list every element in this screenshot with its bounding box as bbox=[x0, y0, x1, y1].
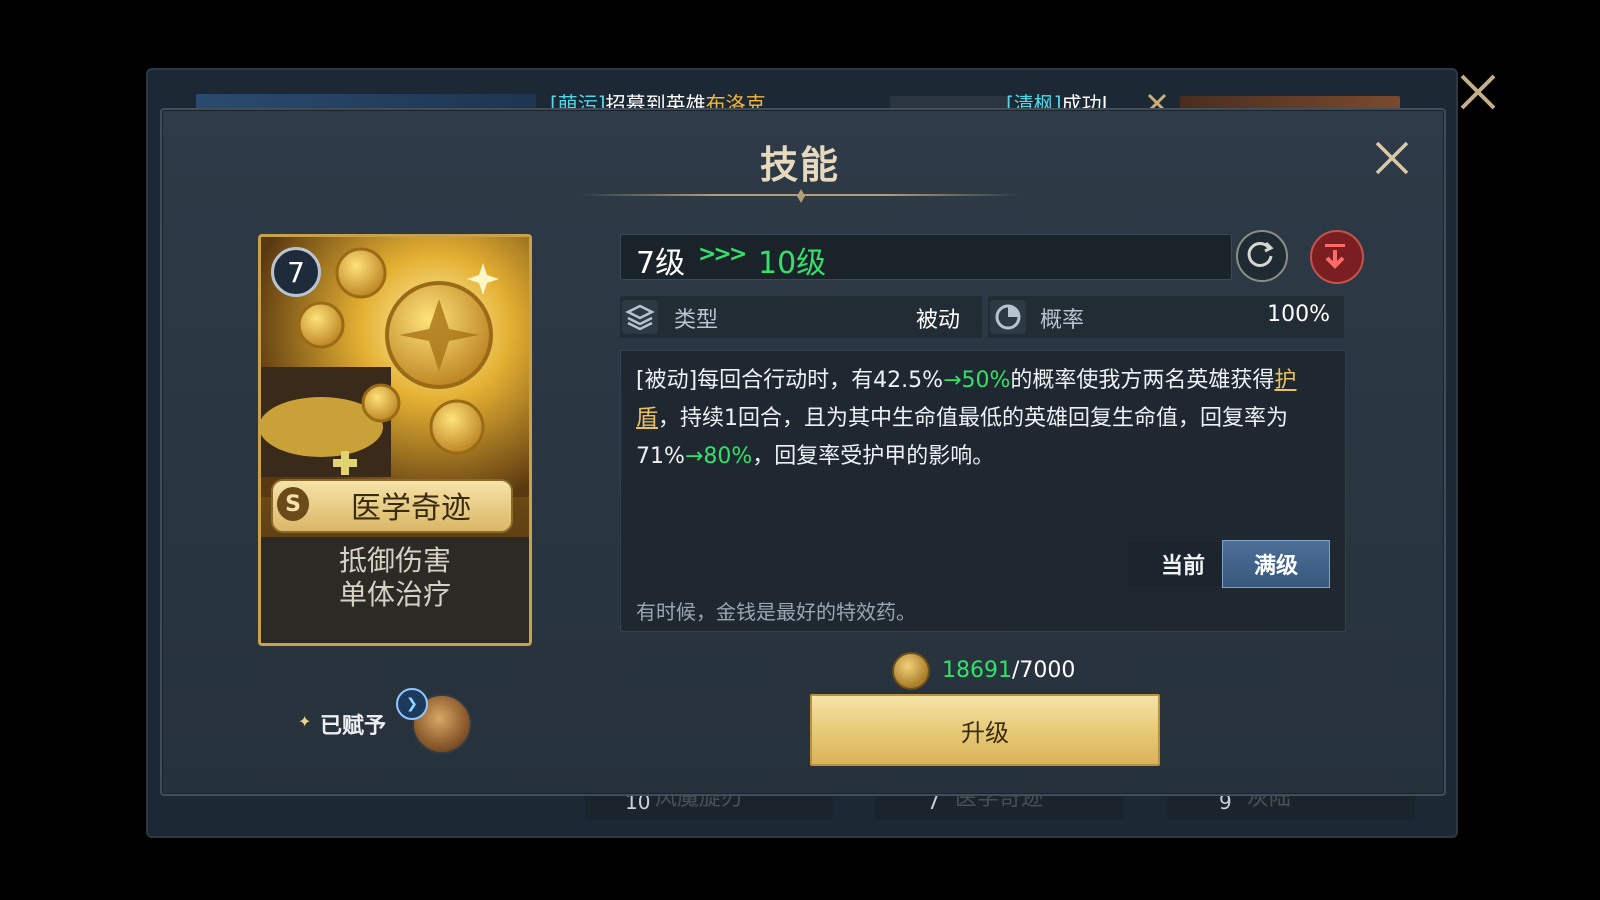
card-level-badge: 7 bbox=[271, 247, 321, 297]
desc-part-4: ，回复率受护甲的影响。 bbox=[752, 444, 995, 469]
toggle-max-level-button[interactable]: 满级 bbox=[1222, 540, 1330, 588]
coin-icon bbox=[892, 652, 930, 690]
type-value: 被动 bbox=[915, 308, 960, 333]
rate-label: 概率 bbox=[1040, 308, 1085, 333]
refresh-icon bbox=[1247, 241, 1274, 267]
upgrade-cost: 18691/7000 bbox=[942, 658, 1075, 683]
flavor-text: 有时候，金钱是最好的特效药。 bbox=[636, 600, 916, 624]
type-label: 类型 bbox=[674, 308, 719, 333]
download-arrow-icon bbox=[1325, 244, 1345, 269]
reset-button[interactable] bbox=[1310, 230, 1364, 284]
desc-part-1: [被动]每回合行动时，有42.5% bbox=[636, 368, 944, 393]
cost-required: 7000 bbox=[1019, 658, 1076, 683]
dialog-title: 技能 bbox=[759, 143, 840, 187]
upgrade-button[interactable]: 升级 bbox=[810, 694, 1160, 766]
skill-description: [被动]每回合行动时，有42.5%→50%的概率使我方两名英雄获得护盾，持续1回… bbox=[636, 362, 1336, 476]
refresh-button[interactable] bbox=[1236, 230, 1288, 282]
level-arrows: >>> bbox=[698, 242, 747, 267]
level-current: 7级 bbox=[636, 246, 686, 281]
card-rarity-badge: S bbox=[277, 487, 309, 521]
assigned-label: 已赋予 bbox=[320, 714, 387, 739]
rate-value: 100% bbox=[1267, 302, 1330, 327]
card-tag-2: 单体治疗 bbox=[338, 578, 451, 611]
title-ornament-icon bbox=[797, 189, 805, 203]
cost-owned: 18691 bbox=[942, 658, 1012, 683]
desc-upgrade-value-1: →50% bbox=[943, 368, 1011, 393]
wing-icon: ❯ bbox=[396, 688, 428, 720]
desc-upgrade-value-2: →80% bbox=[684, 444, 753, 469]
sparkle-icon: ✦ bbox=[298, 712, 312, 731]
desc-part-2: 的概率使我方两名英雄获得 bbox=[1010, 368, 1275, 393]
pie-chart-icon bbox=[990, 300, 1026, 334]
card-name: 医学奇迹 bbox=[351, 491, 471, 526]
close-icon[interactable] bbox=[1372, 138, 1412, 178]
layers-icon bbox=[622, 300, 658, 334]
level-max: 10级 bbox=[758, 246, 827, 281]
outer-close-icon[interactable] bbox=[1456, 70, 1500, 114]
skill-card: 7 S 医学奇迹 抵御伤害 单体治疗 bbox=[258, 234, 532, 646]
